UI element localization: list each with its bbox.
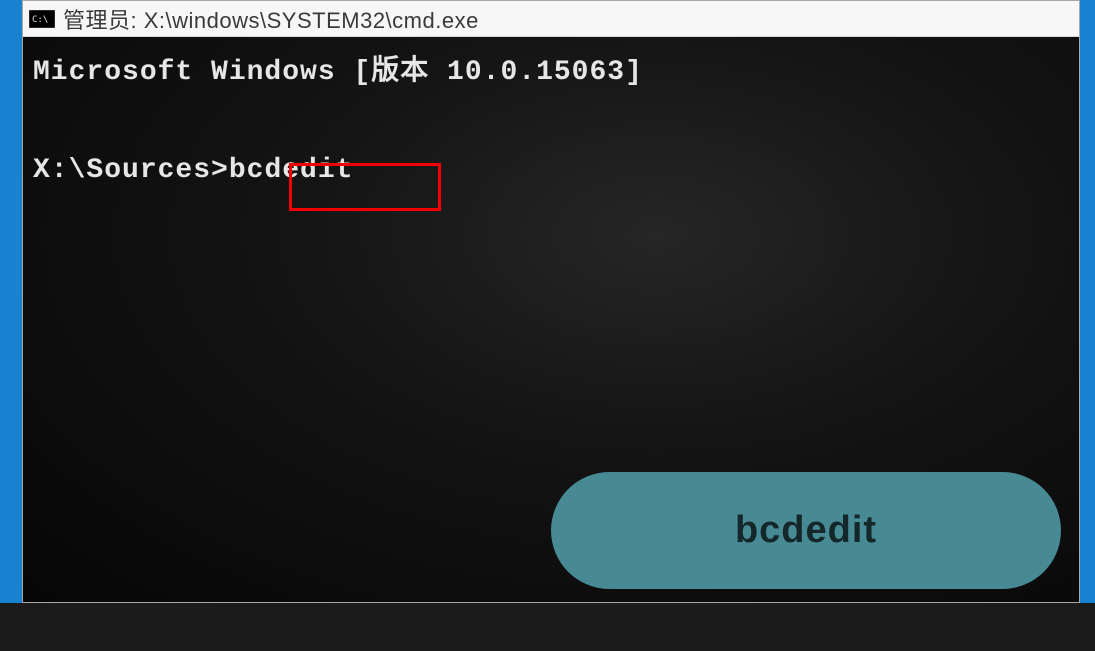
prompt-text: X:\Sources> — [33, 155, 229, 186]
title-path: X:\windows\SYSTEM32\cmd.exe — [144, 8, 479, 33]
svg-text:C:\: C:\ — [32, 15, 48, 25]
callout-bubble: bcdedit — [551, 472, 1061, 589]
title-prefix: 管理员: — [63, 8, 137, 33]
bottom-bar — [0, 603, 1095, 651]
cmd-window: C:\ 管理员: X:\windows\SYSTEM32\cmd.exe Mic… — [22, 0, 1080, 603]
window-title: 管理员: X:\windows\SYSTEM32\cmd.exe — [63, 3, 479, 35]
version-line: Microsoft Windows [版本 10.0.15063] — [33, 53, 1069, 93]
console-body[interactable]: Microsoft Windows [版本 10.0.15063] X:\Sou… — [23, 37, 1079, 602]
titlebar[interactable]: C:\ 管理员: X:\windows\SYSTEM32\cmd.exe — [23, 1, 1079, 37]
cmd-icon: C:\ — [29, 10, 55, 28]
callout-label: bcdedit — [735, 509, 877, 552]
prompt-line: X:\Sources>bcdedit — [33, 151, 1069, 191]
command-text: bcdedit — [229, 155, 354, 186]
